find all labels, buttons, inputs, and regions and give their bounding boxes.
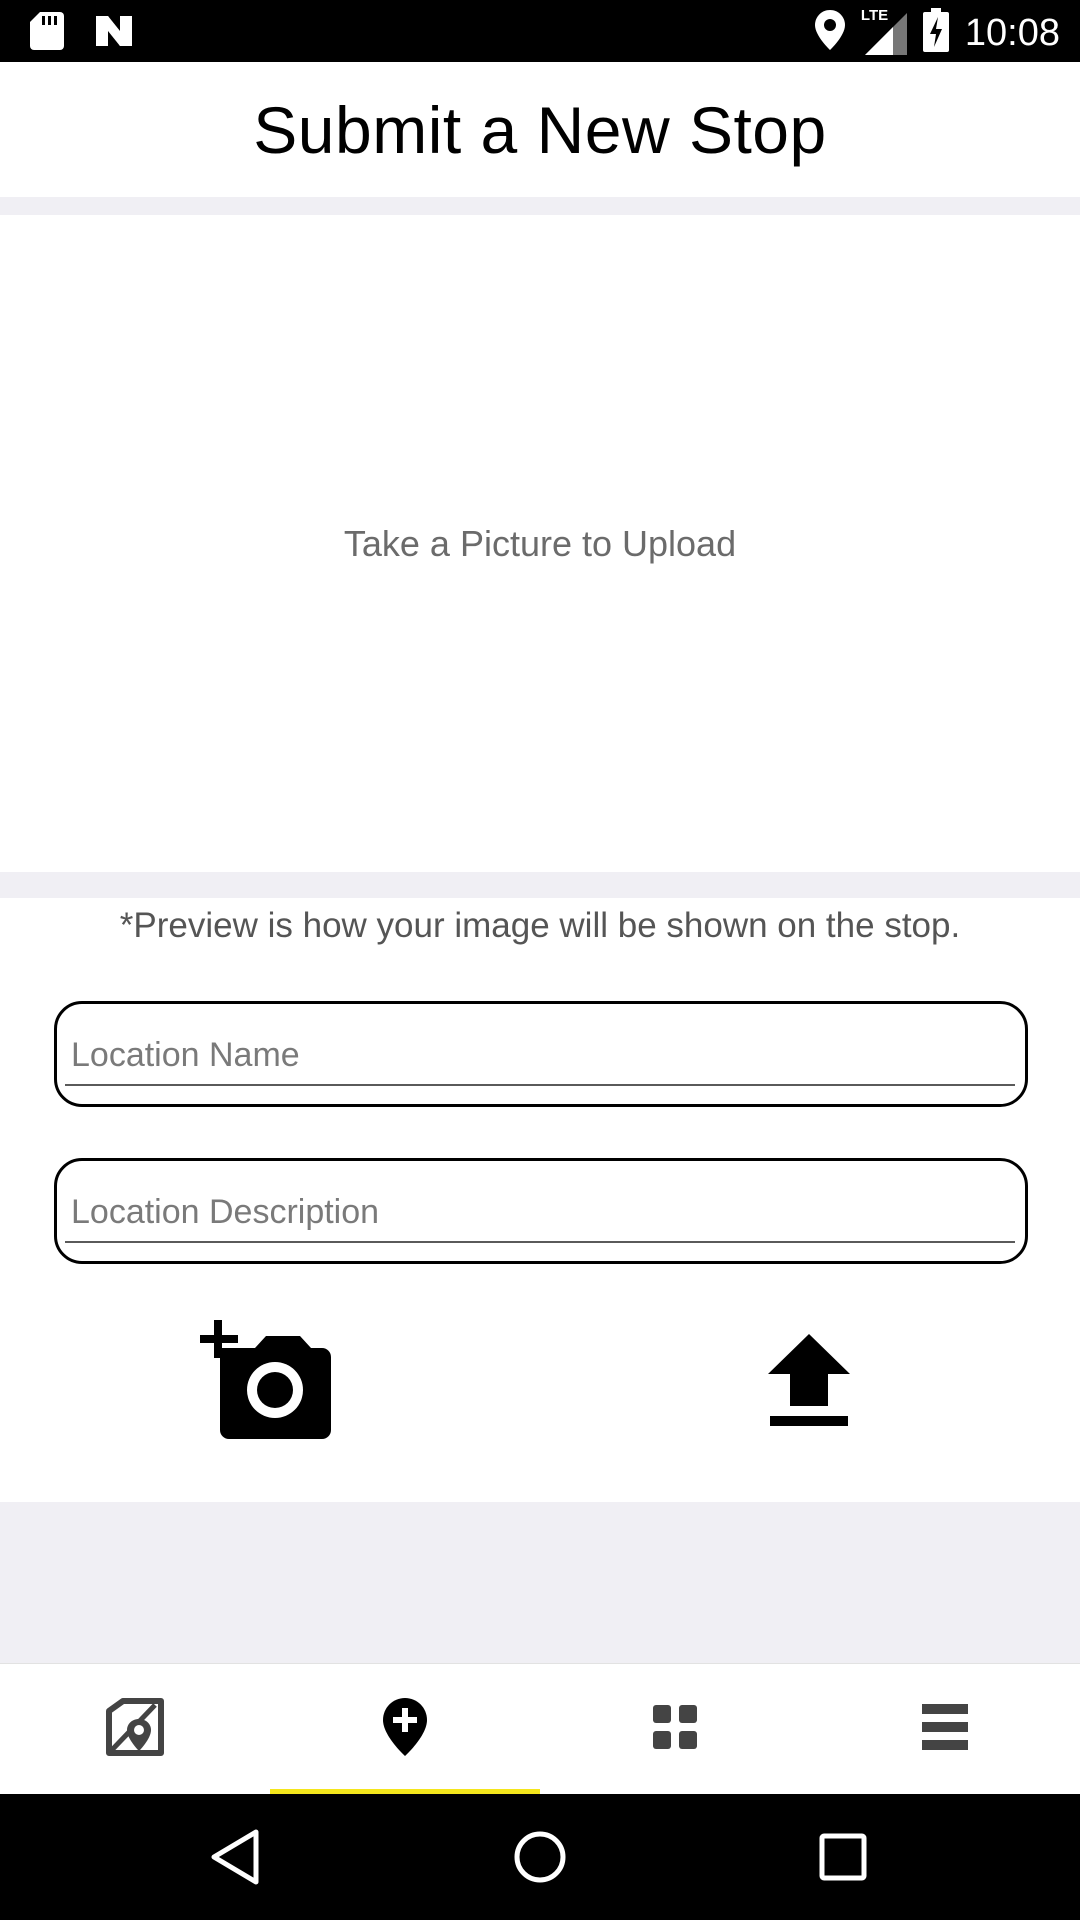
preview-note: *Preview is how your image will be shown… [119, 906, 961, 945]
location-description-input[interactable] [65, 1183, 1015, 1243]
sd-card-icon [30, 12, 64, 55]
take-picture-button[interactable] [200, 1320, 335, 1440]
home-button[interactable] [507, 1824, 573, 1890]
page-title: Submit a New Stop [253, 92, 827, 167]
signal-icon: LTE [861, 7, 907, 55]
stop-form: *Preview is how your image will be shown… [0, 898, 1080, 1502]
map-icon [105, 1697, 165, 1762]
grid-icon [653, 1705, 697, 1754]
menu-icon [922, 1704, 968, 1755]
preview-placeholder-text: Take a Picture to Upload [343, 522, 737, 564]
location-description-field [54, 1158, 1028, 1264]
location-name-field [54, 1001, 1028, 1107]
image-preview: Take a Picture to Upload [0, 215, 1080, 872]
nav-item-menu[interactable] [810, 1664, 1080, 1795]
status-bar-left [30, 12, 134, 55]
home-icon [507, 1831, 573, 1894]
status-time: 10:08 [964, 11, 1060, 54]
system-navigation-bar [0, 1794, 1080, 1920]
back-icon [204, 1829, 270, 1894]
status-bar: LTE 10:08 [0, 0, 1080, 62]
nav-item-add-stop[interactable] [270, 1664, 540, 1795]
location-name-input[interactable] [65, 1026, 1015, 1086]
network-type-label: LTE [860, 6, 889, 24]
status-bar-right: LTE 10:08 [814, 7, 1060, 57]
recents-icon [810, 1833, 876, 1894]
battery-charging-icon [922, 8, 949, 57]
add-location-icon [383, 1698, 427, 1761]
nav-item-map[interactable] [0, 1664, 270, 1795]
add-photo-icon [200, 1320, 335, 1444]
nav-item-grid[interactable] [540, 1664, 810, 1795]
app-header: Submit a New Stop [0, 62, 1080, 197]
back-button[interactable] [204, 1824, 270, 1890]
notification-n-icon [94, 14, 134, 53]
location-icon [814, 10, 845, 55]
upload-button[interactable] [766, 1330, 852, 1430]
upload-icon [766, 1334, 852, 1434]
recents-button[interactable] [810, 1824, 876, 1890]
bottom-navigation [0, 1663, 1080, 1795]
